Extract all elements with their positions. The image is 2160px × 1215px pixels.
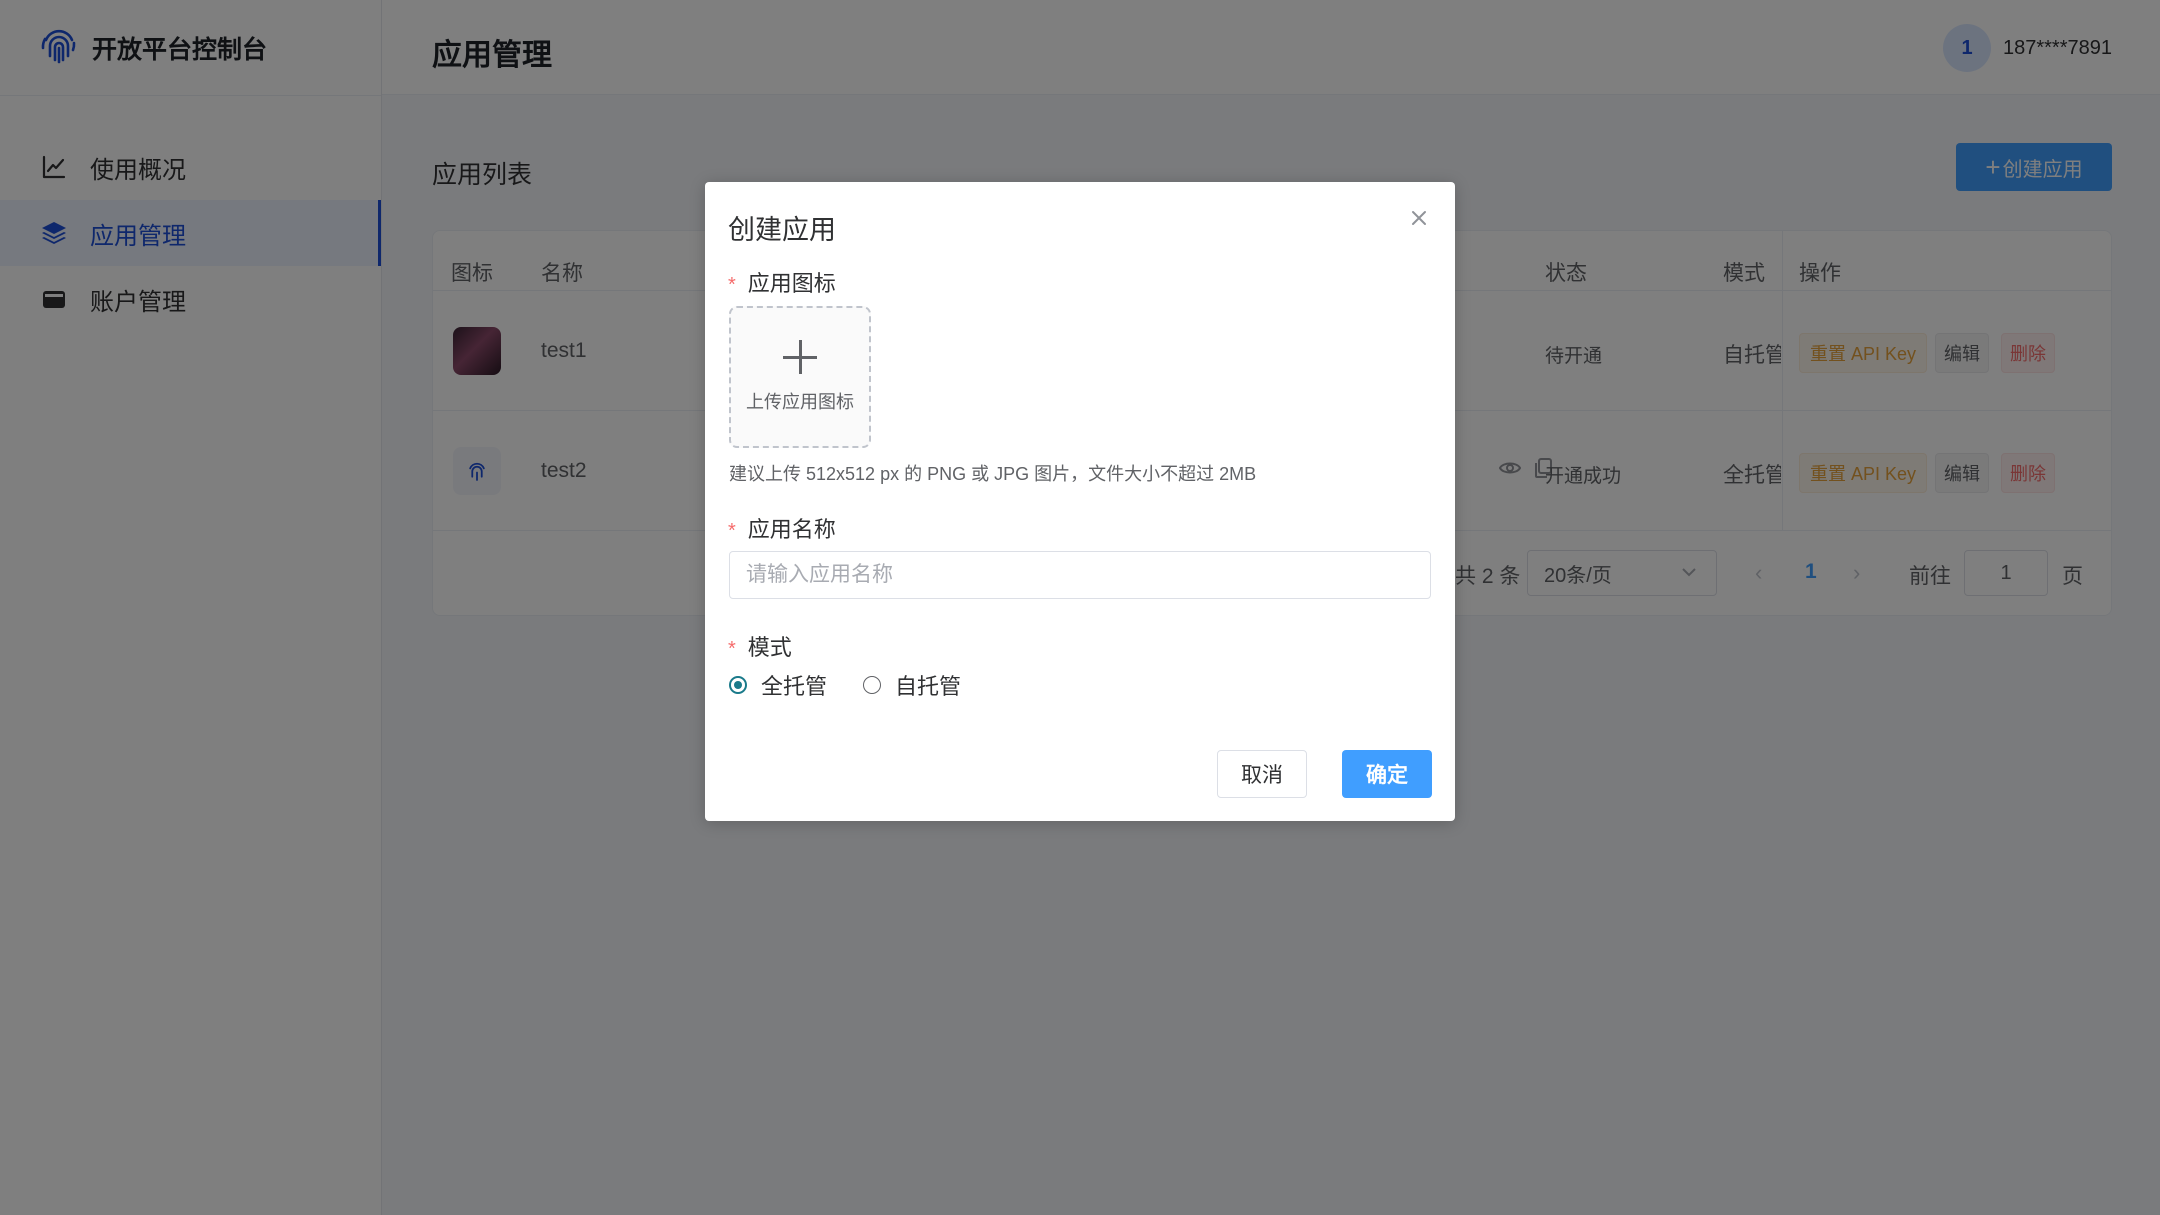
radio-checked-icon[interactable] — [729, 676, 747, 694]
upload-hint: 建议上传 512x512 px 的 PNG 或 JPG 图片，文件大小不超过 2… — [729, 464, 1257, 484]
app-icon-uploader[interactable]: 上传应用图标 — [729, 306, 871, 448]
radio-unchecked-icon[interactable] — [863, 676, 882, 694]
radio-label: 全托管 — [761, 674, 828, 699]
radio-label: 自托管 — [895, 674, 962, 699]
cancel-button[interactable]: 取消 — [1217, 750, 1307, 798]
create-app-dialog: 创建应用 * 应用图标 上传应用图标 建议上传 512x512 px 的 PNG … — [705, 182, 1455, 821]
mode-radio-group: 全托管 自托管 — [729, 669, 997, 701]
required-mark: * — [728, 638, 736, 660]
radio-self-hosted[interactable]: 自托管 — [863, 669, 961, 701]
upload-text: 上传应用图标 — [746, 392, 854, 412]
dialog-title: 创建应用 — [728, 215, 836, 245]
app-icon-label: * 应用图标 — [728, 271, 836, 296]
required-mark: * — [728, 520, 736, 542]
mode-label: * 模式 — [728, 635, 792, 660]
confirm-button[interactable]: 确定 — [1342, 750, 1432, 798]
close-icon[interactable] — [1407, 206, 1431, 230]
plus-icon — [783, 340, 817, 374]
radio-full-hosted[interactable]: 全托管 — [729, 669, 827, 701]
required-mark: * — [728, 274, 736, 296]
app-name-input[interactable] — [729, 551, 1431, 599]
app-name-label: * 应用名称 — [728, 517, 836, 542]
